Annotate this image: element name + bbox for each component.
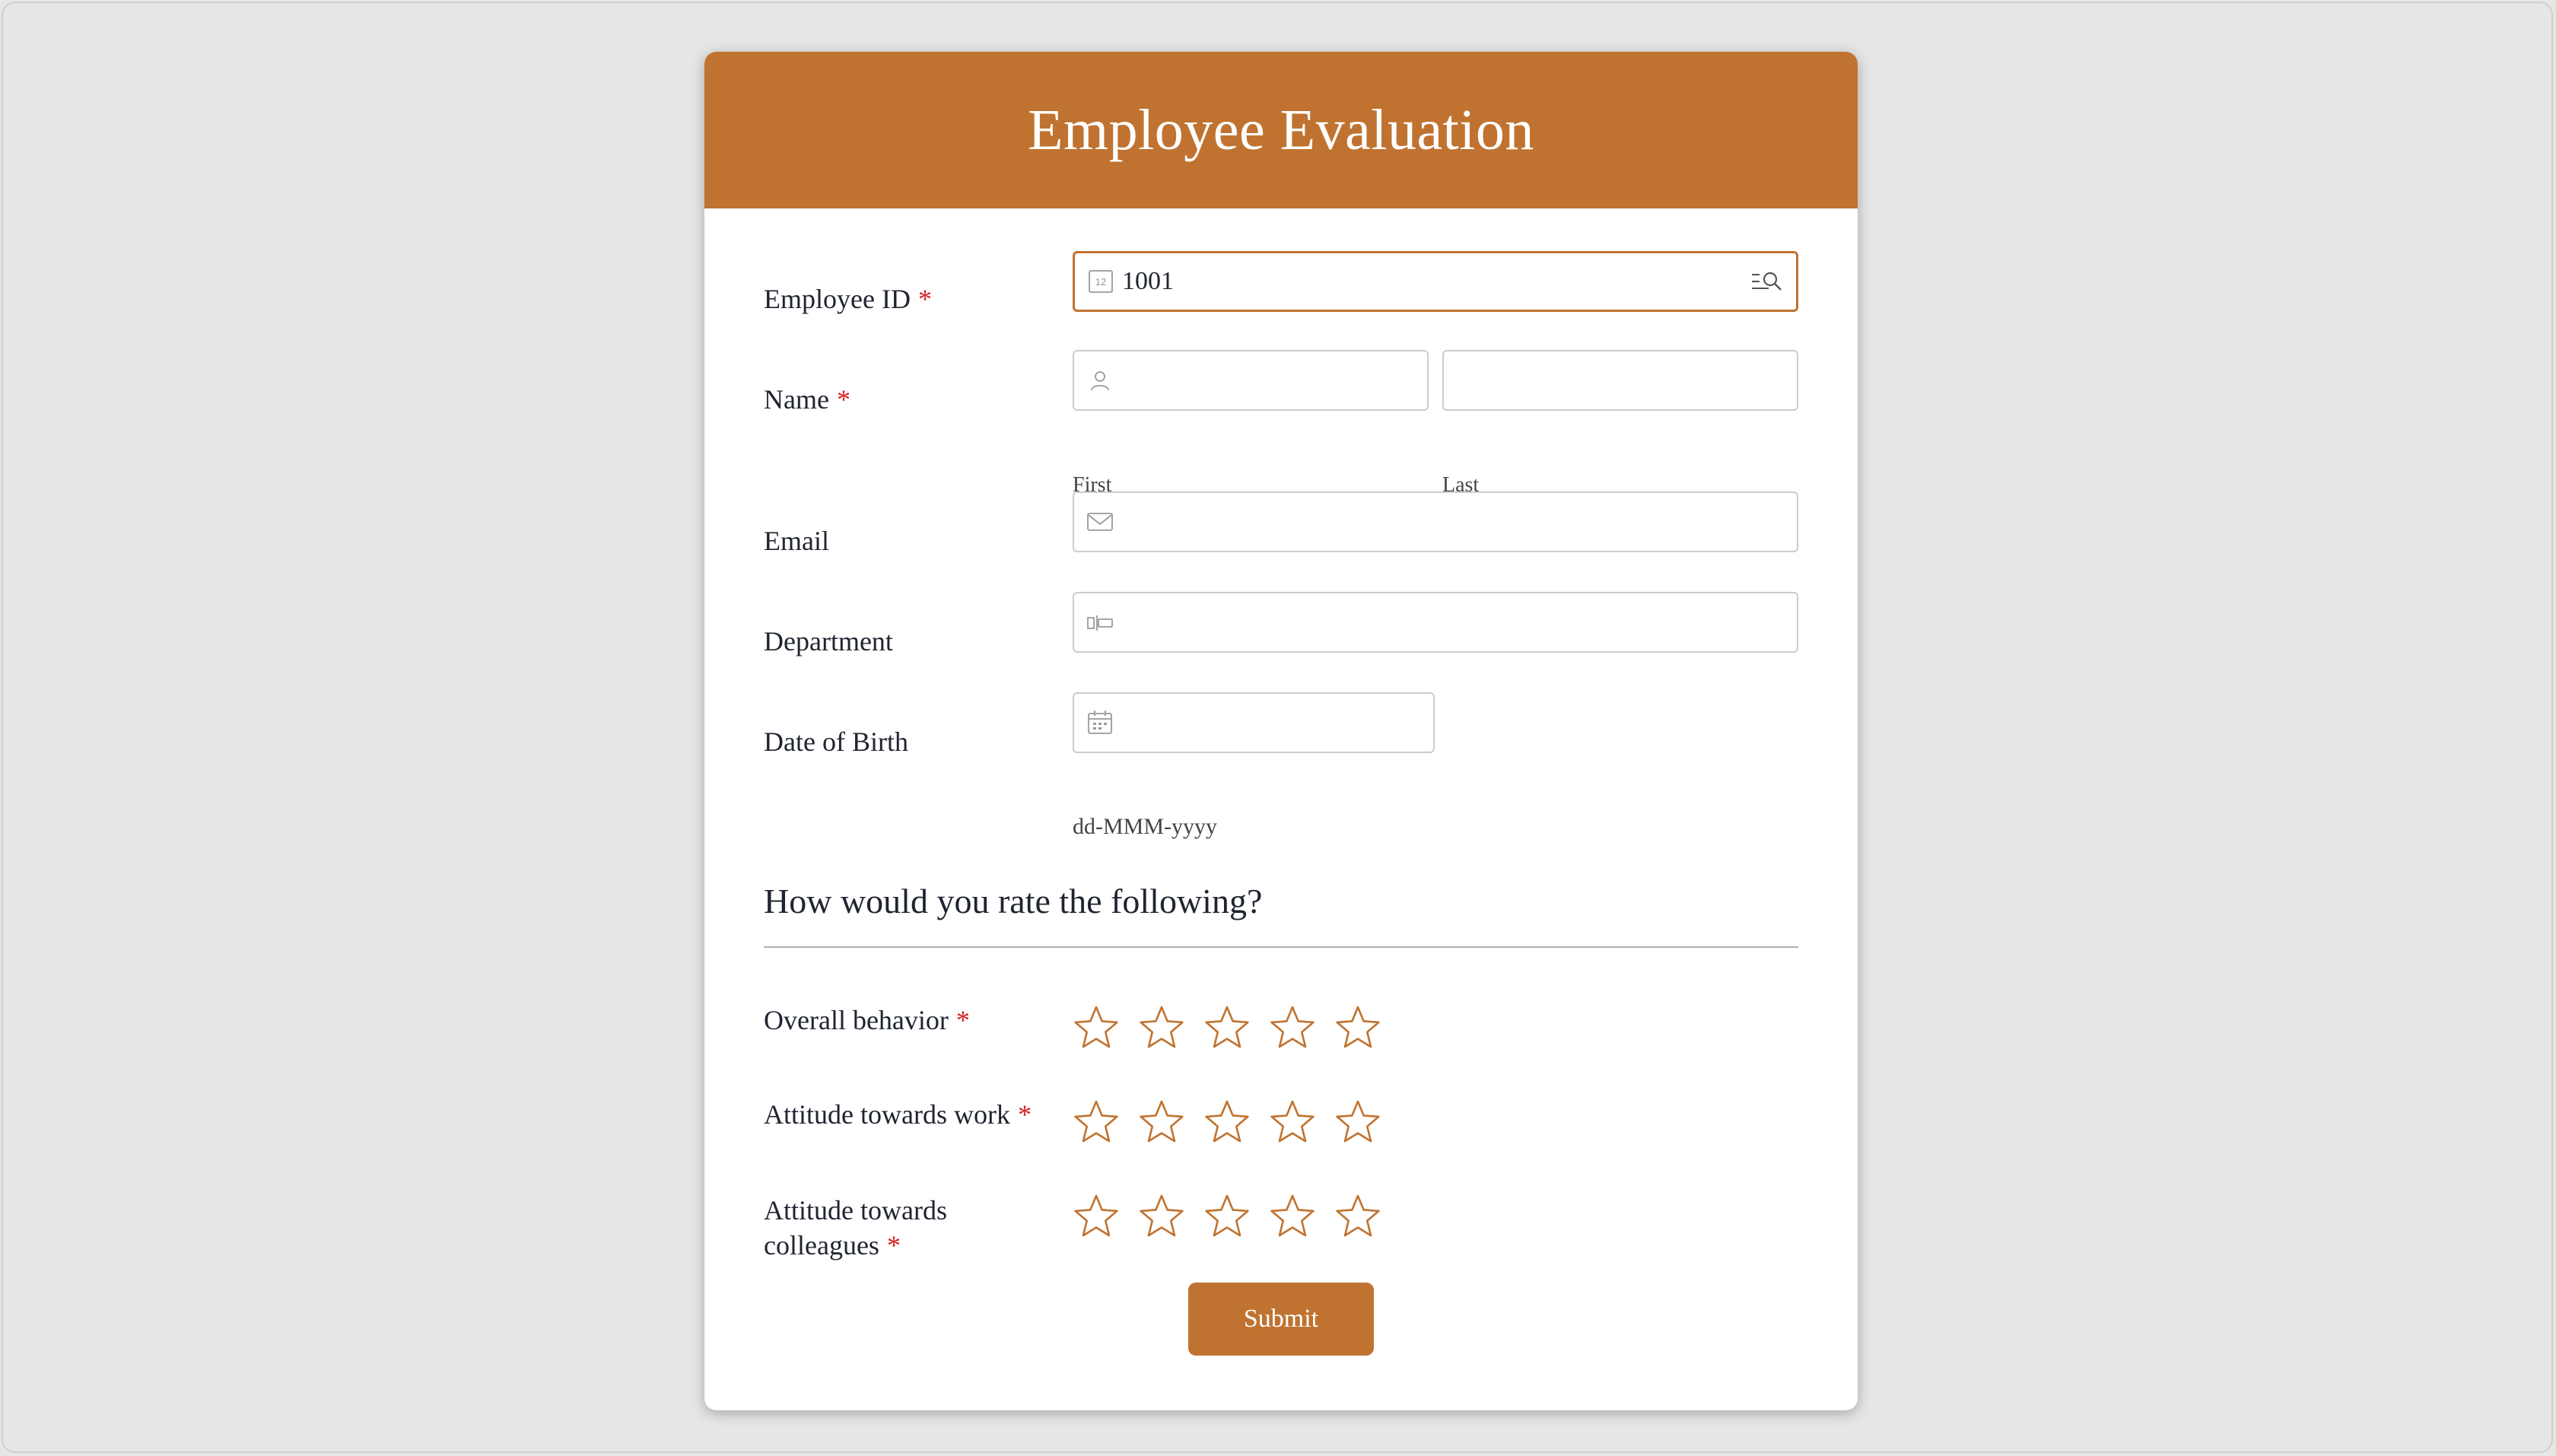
employee-id-label: Employee ID * xyxy=(764,284,932,314)
envelope-icon xyxy=(1086,508,1114,536)
submit-button[interactable]: Submit xyxy=(1188,1283,1374,1356)
required-marker: * xyxy=(917,284,932,314)
svg-text:12: 12 xyxy=(1095,276,1106,288)
star-icon[interactable] xyxy=(1203,1004,1251,1051)
star-icon[interactable] xyxy=(1073,1004,1120,1051)
star-icon[interactable] xyxy=(1334,1193,1381,1240)
person-icon xyxy=(1086,367,1114,394)
dob-label: Date of Birth xyxy=(764,726,908,757)
rating-attitude-colleagues xyxy=(1073,1193,1381,1240)
department-label: Department xyxy=(764,626,893,656)
rating-attitude-work xyxy=(1073,1098,1381,1146)
star-icon[interactable] xyxy=(1138,1193,1185,1240)
last-name-input[interactable] xyxy=(1442,350,1798,411)
section-divider xyxy=(764,946,1798,948)
star-icon[interactable] xyxy=(1203,1193,1251,1240)
required-marker: * xyxy=(1017,1099,1032,1130)
form-title: Employee Evaluation xyxy=(1028,97,1534,162)
rating-label-overall-behavior: Overall behavior * xyxy=(764,1005,970,1035)
email-label: Email xyxy=(764,526,829,556)
star-icon[interactable] xyxy=(1138,1004,1185,1051)
rating-overall-behavior xyxy=(1073,1004,1381,1051)
star-icon[interactable] xyxy=(1269,1098,1316,1146)
employee-id-value: 1001 xyxy=(1122,267,1174,295)
star-icon[interactable] xyxy=(1269,1004,1316,1051)
dob-format-hint: dd-MMM-yyyy xyxy=(1073,814,1218,839)
lookup-search-icon[interactable] xyxy=(1750,268,1784,295)
name-label: Name * xyxy=(764,384,850,415)
calendar-icon xyxy=(1086,709,1114,736)
required-marker: * xyxy=(886,1230,901,1260)
dropdown-field-icon xyxy=(1086,609,1114,636)
star-icon[interactable] xyxy=(1334,1004,1381,1051)
dob-input[interactable] xyxy=(1073,692,1435,753)
employee-id-input[interactable]: 12 1001 xyxy=(1073,251,1798,312)
rating-label-attitude-colleagues: Attitude towards colleagues * xyxy=(764,1195,947,1260)
rating-section-title: How would you rate the following? xyxy=(764,882,1263,920)
star-icon[interactable] xyxy=(1269,1193,1316,1240)
window-frame: Employee Evaluation Employee ID * 12 1001… xyxy=(2,2,2553,1453)
email-input[interactable] xyxy=(1073,491,1798,552)
star-icon[interactable] xyxy=(1073,1193,1120,1240)
star-icon[interactable] xyxy=(1334,1098,1381,1146)
form-card: Employee Evaluation Employee ID * 12 1001… xyxy=(704,52,1858,1410)
rating-label-attitude-work: Attitude towards work * xyxy=(764,1099,1032,1130)
department-input[interactable] xyxy=(1073,592,1798,653)
form-header: Employee Evaluation xyxy=(704,52,1858,208)
star-icon[interactable] xyxy=(1138,1098,1185,1146)
star-icon[interactable] xyxy=(1203,1098,1251,1146)
first-name-input[interactable] xyxy=(1073,350,1429,411)
required-marker: * xyxy=(836,384,850,415)
required-marker: * xyxy=(955,1005,970,1035)
number-icon: 12 xyxy=(1087,268,1114,295)
star-icon[interactable] xyxy=(1073,1098,1120,1146)
